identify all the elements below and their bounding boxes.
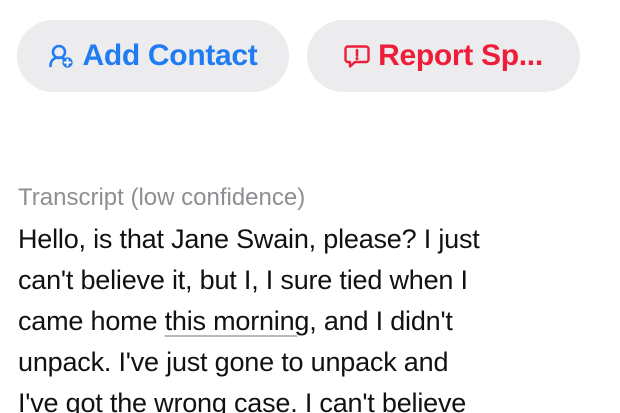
transcript-line: , and I didn't xyxy=(309,306,453,336)
report-spam-label: Report Sp... xyxy=(378,39,543,72)
transcript-heading: Transcript (low confidence) xyxy=(18,184,306,211)
add-contact-label: Add Contact xyxy=(82,39,258,72)
add-contact-icon xyxy=(48,43,74,69)
transcript-detected-phrase[interactable]: this morning xyxy=(165,306,310,336)
transcript-line: unpack. I've just gone to unpack and xyxy=(18,347,449,377)
transcript-section: Transcript (low confidence) Hello, is th… xyxy=(18,180,598,413)
report-spam-button[interactable]: Report Sp... xyxy=(307,20,580,92)
voicemail-detail: Add Contact Report Sp... Transcript (low… xyxy=(0,0,620,413)
add-contact-button[interactable]: Add Contact xyxy=(17,20,289,92)
transcript-line: came home xyxy=(18,306,165,336)
report-bubble-icon xyxy=(344,43,370,69)
transcript-line: I've got the wrong case. I can't believe xyxy=(18,388,467,413)
transcript-text: Hello, is that Jane Swain, please? I jus… xyxy=(18,219,598,413)
transcript-line: Hello, is that Jane Swain, please? I jus… xyxy=(18,224,480,254)
transcript-line: can't believe it, but I, I sure tied whe… xyxy=(18,265,468,295)
action-buttons-row: Add Contact Report Sp... xyxy=(17,20,620,92)
